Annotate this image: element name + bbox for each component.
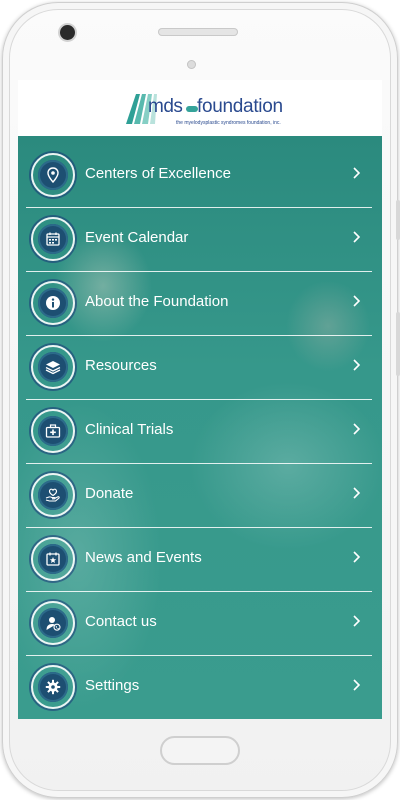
front-camera: [60, 25, 75, 40]
menu-item-settings[interactable]: Settings: [18, 656, 382, 719]
icon-ring: [31, 537, 75, 581]
logo-brand-left: mds: [148, 96, 183, 117]
heart-hand-icon: [38, 480, 68, 510]
home-button[interactable]: [160, 736, 240, 765]
contact-person-icon: [38, 608, 68, 638]
menu-item-about-the-foundation[interactable]: About the Foundation: [18, 272, 382, 336]
menu-background: Centers of Excellence Event Calendar Abo…: [18, 136, 382, 719]
chevron-right-icon: [353, 487, 361, 499]
app-screen: mds foundation the myelodysplastic syndr…: [18, 80, 382, 719]
chevron-right-icon: [353, 167, 361, 179]
earpiece-speaker: [158, 28, 238, 36]
chevron-right-icon: [353, 551, 361, 563]
proximity-sensor: [187, 60, 196, 69]
icon-ring: [31, 153, 75, 197]
menu-item-label: Contact us: [85, 613, 157, 630]
calendar-icon: [38, 224, 68, 254]
medical-kit-icon: [38, 416, 68, 446]
menu-item-label: Donate: [85, 485, 134, 502]
icon-ring: [31, 409, 75, 453]
layers-icon: [38, 352, 68, 382]
phone-frame: mds foundation the myelodysplastic syndr…: [0, 0, 400, 800]
menu-item-contact-us[interactable]: Contact us: [18, 592, 382, 656]
icon-ring: [31, 601, 75, 645]
menu-item-resources[interactable]: Resources: [18, 336, 382, 400]
chevron-right-icon: [353, 295, 361, 307]
menu-item-event-calendar[interactable]: Event Calendar: [18, 208, 382, 272]
menu-item-clinical-trials[interactable]: Clinical Trials: [18, 400, 382, 464]
icon-ring: [31, 345, 75, 389]
gear-icon: [38, 672, 68, 702]
logo-brand-right: foundation: [197, 96, 283, 117]
menu-item-label: Clinical Trials: [85, 421, 174, 438]
icon-ring: [31, 217, 75, 261]
app-header: mds foundation the myelodysplastic syndr…: [18, 80, 382, 137]
chevron-right-icon: [353, 615, 361, 627]
chevron-right-icon: [353, 359, 361, 371]
menu-item-label: News and Events: [85, 549, 202, 566]
menu-item-label: Centers of Excellence: [85, 165, 231, 182]
icon-ring: [31, 665, 75, 709]
mds-foundation-logo[interactable]: mds foundation the myelodysplastic syndr…: [124, 90, 283, 130]
menu-item-donate[interactable]: Donate: [18, 464, 382, 528]
menu-item-label: Settings: [85, 677, 140, 694]
menu-item-news-and-events[interactable]: News and Events: [18, 528, 382, 592]
main-menu: Centers of Excellence Event Calendar Abo…: [18, 144, 382, 719]
menu-item-label: Resources: [85, 357, 157, 374]
menu-item-label: About the Foundation: [85, 293, 229, 310]
icon-ring: [31, 281, 75, 325]
info-icon: [38, 288, 68, 318]
logo-tagline: the myelodysplastic syndromes foundation…: [176, 120, 281, 126]
chevron-right-icon: [353, 679, 361, 691]
chevron-right-icon: [353, 231, 361, 243]
volume-up-button: [396, 200, 400, 240]
calendar-star-icon: [38, 544, 68, 574]
location-pin-icon: [38, 160, 68, 190]
menu-item-label: Event Calendar: [85, 229, 189, 246]
menu-item-centers-of-excellence[interactable]: Centers of Excellence: [18, 144, 382, 208]
icon-ring: [31, 473, 75, 517]
chevron-right-icon: [353, 423, 361, 435]
power-button: [396, 312, 400, 376]
